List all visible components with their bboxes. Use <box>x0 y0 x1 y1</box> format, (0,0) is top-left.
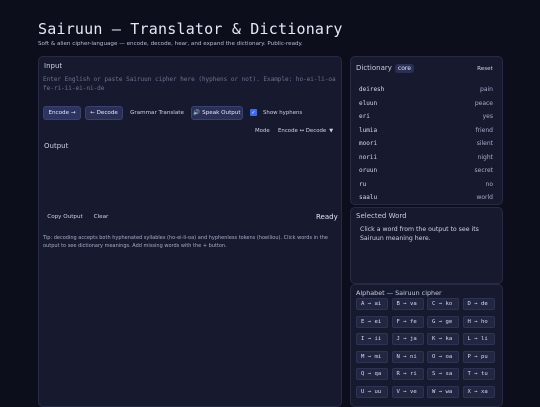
dictionary-entry[interactable]: oruun secret <box>359 167 493 174</box>
alphabet-key[interactable]: S → sa <box>427 368 459 380</box>
dictionary-meaning: no <box>485 180 493 188</box>
dictionary-entry[interactable]: eri yes <box>359 113 493 120</box>
translator-panel <box>38 56 342 407</box>
copy-output-button[interactable]: Copy Output <box>43 210 87 224</box>
input-label: Input <box>44 62 63 70</box>
alphabet-key[interactable]: E → ei <box>356 315 388 328</box>
mode-label: Mode <box>255 128 270 134</box>
header: Sairuun — Translator & Dictionary Soft &… <box>38 20 343 47</box>
selected-word-title: Selected Word <box>356 212 407 220</box>
dictionary-word: eri <box>359 113 370 120</box>
grammar-translate-button[interactable]: Grammar Translate <box>128 106 186 120</box>
dictionary-entry[interactable]: moori silent <box>359 140 493 147</box>
alphabet-key[interactable]: Q → qa <box>356 368 388 380</box>
dictionary-word: oruun <box>359 167 378 174</box>
alphabet-key[interactable]: I → ii <box>356 333 388 345</box>
mode-select-value: Encode ↔ Decode <box>278 128 327 134</box>
alphabet-key[interactable]: F → fe <box>391 315 424 328</box>
reset-button[interactable]: Reset <box>474 63 496 75</box>
output-area[interactable] <box>43 152 336 207</box>
dictionary-word: deiresh <box>359 86 385 93</box>
input-textarea[interactable]: Enter English or paste Sairuun cipher he… <box>43 75 336 99</box>
alphabet-key[interactable]: B → va <box>391 298 424 310</box>
dictionary-word: moori <box>359 140 378 147</box>
alphabet-key[interactable]: D → de <box>462 298 495 310</box>
dictionary-entry[interactable]: deiresh pain <box>359 86 493 93</box>
alphabet-key[interactable]: H → ho <box>462 315 495 328</box>
dictionary-entry[interactable]: lumia friend <box>359 127 493 134</box>
alphabet-key[interactable]: N → ni <box>391 350 424 363</box>
output-label: Output <box>44 142 69 150</box>
mode-select[interactable]: Encode ↔ Decode ▼ <box>278 128 333 134</box>
dictionary-entry[interactable]: norii night <box>359 154 493 161</box>
dictionary-meaning: night <box>477 153 493 161</box>
alphabet-key[interactable]: U → uu <box>356 385 388 398</box>
dictionary-word: eluun <box>359 99 378 107</box>
dictionary-meaning: silent <box>476 140 493 147</box>
dictionary-word: ru <box>359 180 367 188</box>
dictionary-meaning: pain <box>480 86 493 93</box>
alphabet-key[interactable]: C → ko <box>427 298 459 310</box>
alphabet-key[interactable]: X → xa <box>462 385 495 398</box>
dictionary-title: Dictionary <box>356 64 392 72</box>
app-subtitle: Soft & alien cipher-language — encode, d… <box>38 41 303 47</box>
app-title: Sairuun — Translator & Dictionary <box>38 20 343 38</box>
dictionary-meaning: yes <box>482 113 493 120</box>
alphabet-key[interactable]: V → ve <box>391 385 424 398</box>
dictionary-entry[interactable]: ru no <box>359 181 493 188</box>
chevron-down-icon: ▼ <box>329 128 334 134</box>
dictionary-badge: core <box>394 64 414 73</box>
clear-button[interactable]: Clear <box>90 210 112 224</box>
alphabet-key[interactable]: R → ri <box>391 368 424 380</box>
dictionary-entry[interactable]: eluun peace <box>359 100 493 107</box>
encode-button[interactable]: Encode → <box>43 106 81 120</box>
alphabet-key[interactable]: G → ge <box>427 315 459 328</box>
dictionary-word: saalu <box>359 194 378 201</box>
dictionary-entry[interactable]: saalu world <box>359 194 493 201</box>
alphabet-key[interactable]: W → wa <box>427 385 459 398</box>
speak-output-button[interactable]: 🔊 Speak Output <box>191 106 243 120</box>
status-text: Ready <box>316 213 338 221</box>
alphabet-title: Alphabet — Sairuun cipher <box>356 289 442 297</box>
dictionary-word: lumia <box>359 126 378 134</box>
show-hyphens-label: Show hyphens <box>263 110 303 116</box>
dictionary-meaning: peace <box>474 99 493 107</box>
alphabet-key[interactable]: A → ai <box>356 298 388 310</box>
decode-button[interactable]: ← Decode <box>85 106 123 120</box>
alphabet-key[interactable]: M → mi <box>356 350 388 363</box>
alphabet-key[interactable]: K → ka <box>427 333 459 345</box>
dictionary-meaning: friend <box>475 126 493 134</box>
alphabet-key[interactable]: L → li <box>462 333 495 345</box>
alphabet-key[interactable]: P → pu <box>462 350 495 363</box>
show-hyphens-checkbox[interactable]: ✓ <box>250 109 257 116</box>
dictionary-header: Dictionary core <box>356 64 414 73</box>
dictionary-meaning: world <box>476 194 493 201</box>
alphabet-key[interactable]: T → tu <box>462 368 495 380</box>
dictionary-meaning: secret <box>474 167 494 174</box>
tip-text: Tip: decoding accepts both hyphenated sy… <box>43 235 328 249</box>
selected-word-text: Click a word from the output to see its … <box>360 226 479 242</box>
alphabet-key[interactable]: J → ja <box>391 333 424 345</box>
dictionary-word: norii <box>359 153 378 161</box>
alphabet-key[interactable]: O → oa <box>427 350 459 363</box>
